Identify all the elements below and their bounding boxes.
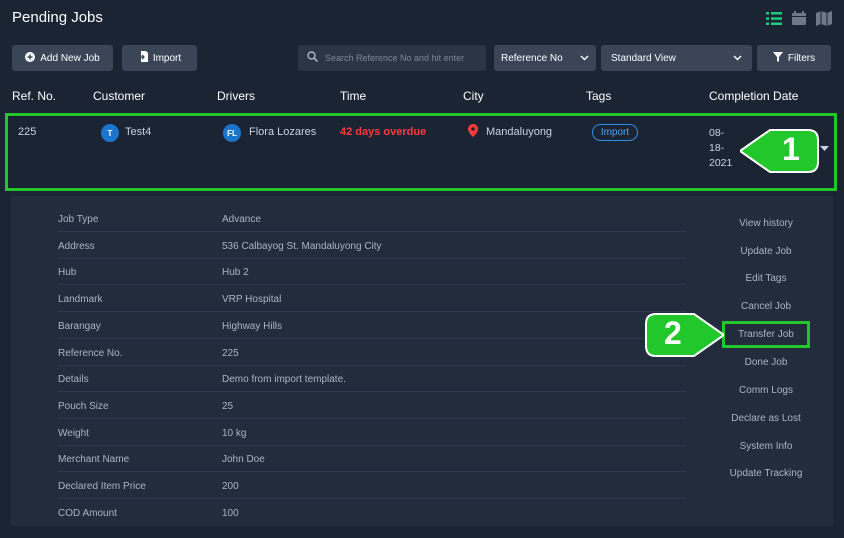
detail-row: Declared Item Price 200: [58, 472, 686, 499]
import-label: Import: [152, 52, 182, 64]
detail-value: Hub 2: [222, 267, 249, 278]
detail-label: Hub: [58, 267, 77, 278]
detail-value: Highway Hills: [222, 321, 283, 332]
system-info-link[interactable]: System Info: [708, 441, 824, 452]
table-header: Ref. No. Customer Drivers Time City Tags…: [0, 89, 844, 105]
detail-row: Merchant Name John Doe: [58, 445, 686, 472]
detail-row: Reference No. 225: [58, 339, 686, 366]
column-time[interactable]: Time: [340, 89, 366, 103]
row-driver[interactable]: Flora Lozares: [249, 126, 316, 138]
detail-value: 25: [222, 401, 234, 412]
detail-row: Hub Hub 2: [58, 258, 686, 285]
view-switcher: [766, 11, 832, 26]
detail-row: Address 536 Calbayog St. Mandaluyong City: [58, 232, 686, 259]
view-select-value: Standard View: [611, 52, 676, 64]
row-city: Mandaluyong: [486, 126, 553, 138]
detail-row: COD Amount 100: [58, 499, 686, 525]
chevron-down-icon: [580, 53, 589, 64]
comm-logs-link[interactable]: Comm Logs: [708, 385, 824, 396]
detail-label: Job Type: [58, 214, 99, 225]
detail-label: Pouch Size: [58, 401, 109, 412]
detail-label: Barangay: [58, 321, 101, 332]
location-pin-icon: [468, 124, 478, 140]
row-ref-no: 225: [18, 126, 37, 138]
caret-down-icon[interactable]: [820, 143, 829, 155]
detail-row: Pouch Size 25: [58, 392, 686, 419]
column-tags[interactable]: Tags: [586, 89, 611, 103]
row-time-overdue: 42 days overdue: [340, 126, 427, 138]
column-customer[interactable]: Customer: [93, 89, 145, 103]
edit-tags-link[interactable]: Edit Tags: [708, 273, 824, 284]
detail-row: Job Type Advance: [58, 205, 686, 232]
column-ref-no[interactable]: Ref. No.: [12, 89, 56, 103]
detail-label: Declared Item Price: [58, 481, 146, 492]
search-icon: [307, 49, 319, 67]
detail-value: 536 Calbayog St. Mandaluyong City: [222, 241, 382, 252]
map-view-icon[interactable]: [816, 11, 832, 26]
list-view-icon[interactable]: [766, 11, 782, 26]
detail-label: Details: [58, 374, 89, 385]
detail-label: Address: [58, 241, 95, 252]
calendar-view-icon[interactable]: [791, 11, 807, 26]
add-new-job-label: Add New Job: [40, 52, 100, 64]
detail-row: Barangay Highway Hills: [58, 312, 686, 339]
detail-row: Details Demo from import template.: [58, 365, 686, 392]
column-drivers[interactable]: Drivers: [217, 89, 255, 103]
detail-value: 225: [222, 348, 239, 359]
transfer-job-link[interactable]: Transfer Job: [708, 329, 824, 340]
callout-two: 2: [644, 312, 726, 363]
row-completion-date: 08- 18- 2021: [709, 126, 732, 171]
update-tracking-link[interactable]: Update Tracking: [708, 468, 824, 479]
filters-label: Filters: [787, 52, 816, 64]
view-select[interactable]: Standard View: [601, 45, 752, 71]
tag-import-badge[interactable]: Import: [592, 124, 638, 141]
search-input[interactable]: [325, 53, 475, 63]
detail-value: John Doe: [222, 454, 265, 465]
detail-value: VRP Hospital: [222, 294, 282, 305]
detail-value: 100: [222, 508, 239, 519]
search-by-select[interactable]: Reference No: [494, 45, 596, 71]
search-by-value: Reference No: [501, 52, 563, 64]
row-customer[interactable]: Test4: [125, 126, 151, 138]
search-box: [298, 45, 486, 71]
detail-label: COD Amount: [58, 508, 117, 519]
update-job-link[interactable]: Update Job: [708, 246, 824, 257]
done-job-link[interactable]: Done Job: [708, 357, 824, 368]
declare-as-lost-link[interactable]: Declare as Lost: [708, 413, 824, 424]
detail-value: Advance: [222, 214, 261, 225]
column-city[interactable]: City: [463, 89, 484, 103]
date-line: 2021: [709, 157, 733, 169]
add-new-job-button[interactable]: Add New Job: [12, 45, 113, 71]
date-line: 08-: [709, 127, 725, 139]
detail-label: Weight: [58, 428, 89, 439]
callout-one-number: 1: [782, 131, 800, 167]
date-line: 18-: [709, 142, 725, 154]
detail-row: Weight 10 kg: [58, 419, 686, 446]
detail-value: 10 kg: [222, 428, 247, 439]
driver-avatar: FL: [223, 124, 241, 142]
detail-label: Merchant Name: [58, 454, 130, 465]
callout-two-number: 2: [664, 315, 682, 351]
import-button[interactable]: Import: [122, 45, 197, 71]
filter-icon: [772, 51, 783, 65]
detail-value: 200: [222, 481, 239, 492]
cancel-job-link[interactable]: Cancel Job: [708, 301, 824, 312]
import-icon: [137, 51, 148, 65]
detail-label: Landmark: [58, 294, 103, 305]
detail-value: Demo from import template.: [222, 374, 346, 385]
detail-row: Landmark VRP Hospital: [58, 285, 686, 312]
detail-label: Reference No.: [58, 348, 123, 359]
filters-button[interactable]: Filters: [757, 45, 831, 71]
customer-avatar: T: [101, 124, 119, 142]
view-history-link[interactable]: View history: [708, 218, 824, 229]
chevron-down-icon: [733, 53, 742, 64]
callout-one: 1: [738, 128, 820, 179]
plus-circle-icon: [25, 51, 36, 65]
column-completion-date[interactable]: Completion Date: [709, 89, 798, 103]
page-title: Pending Jobs: [12, 9, 103, 26]
